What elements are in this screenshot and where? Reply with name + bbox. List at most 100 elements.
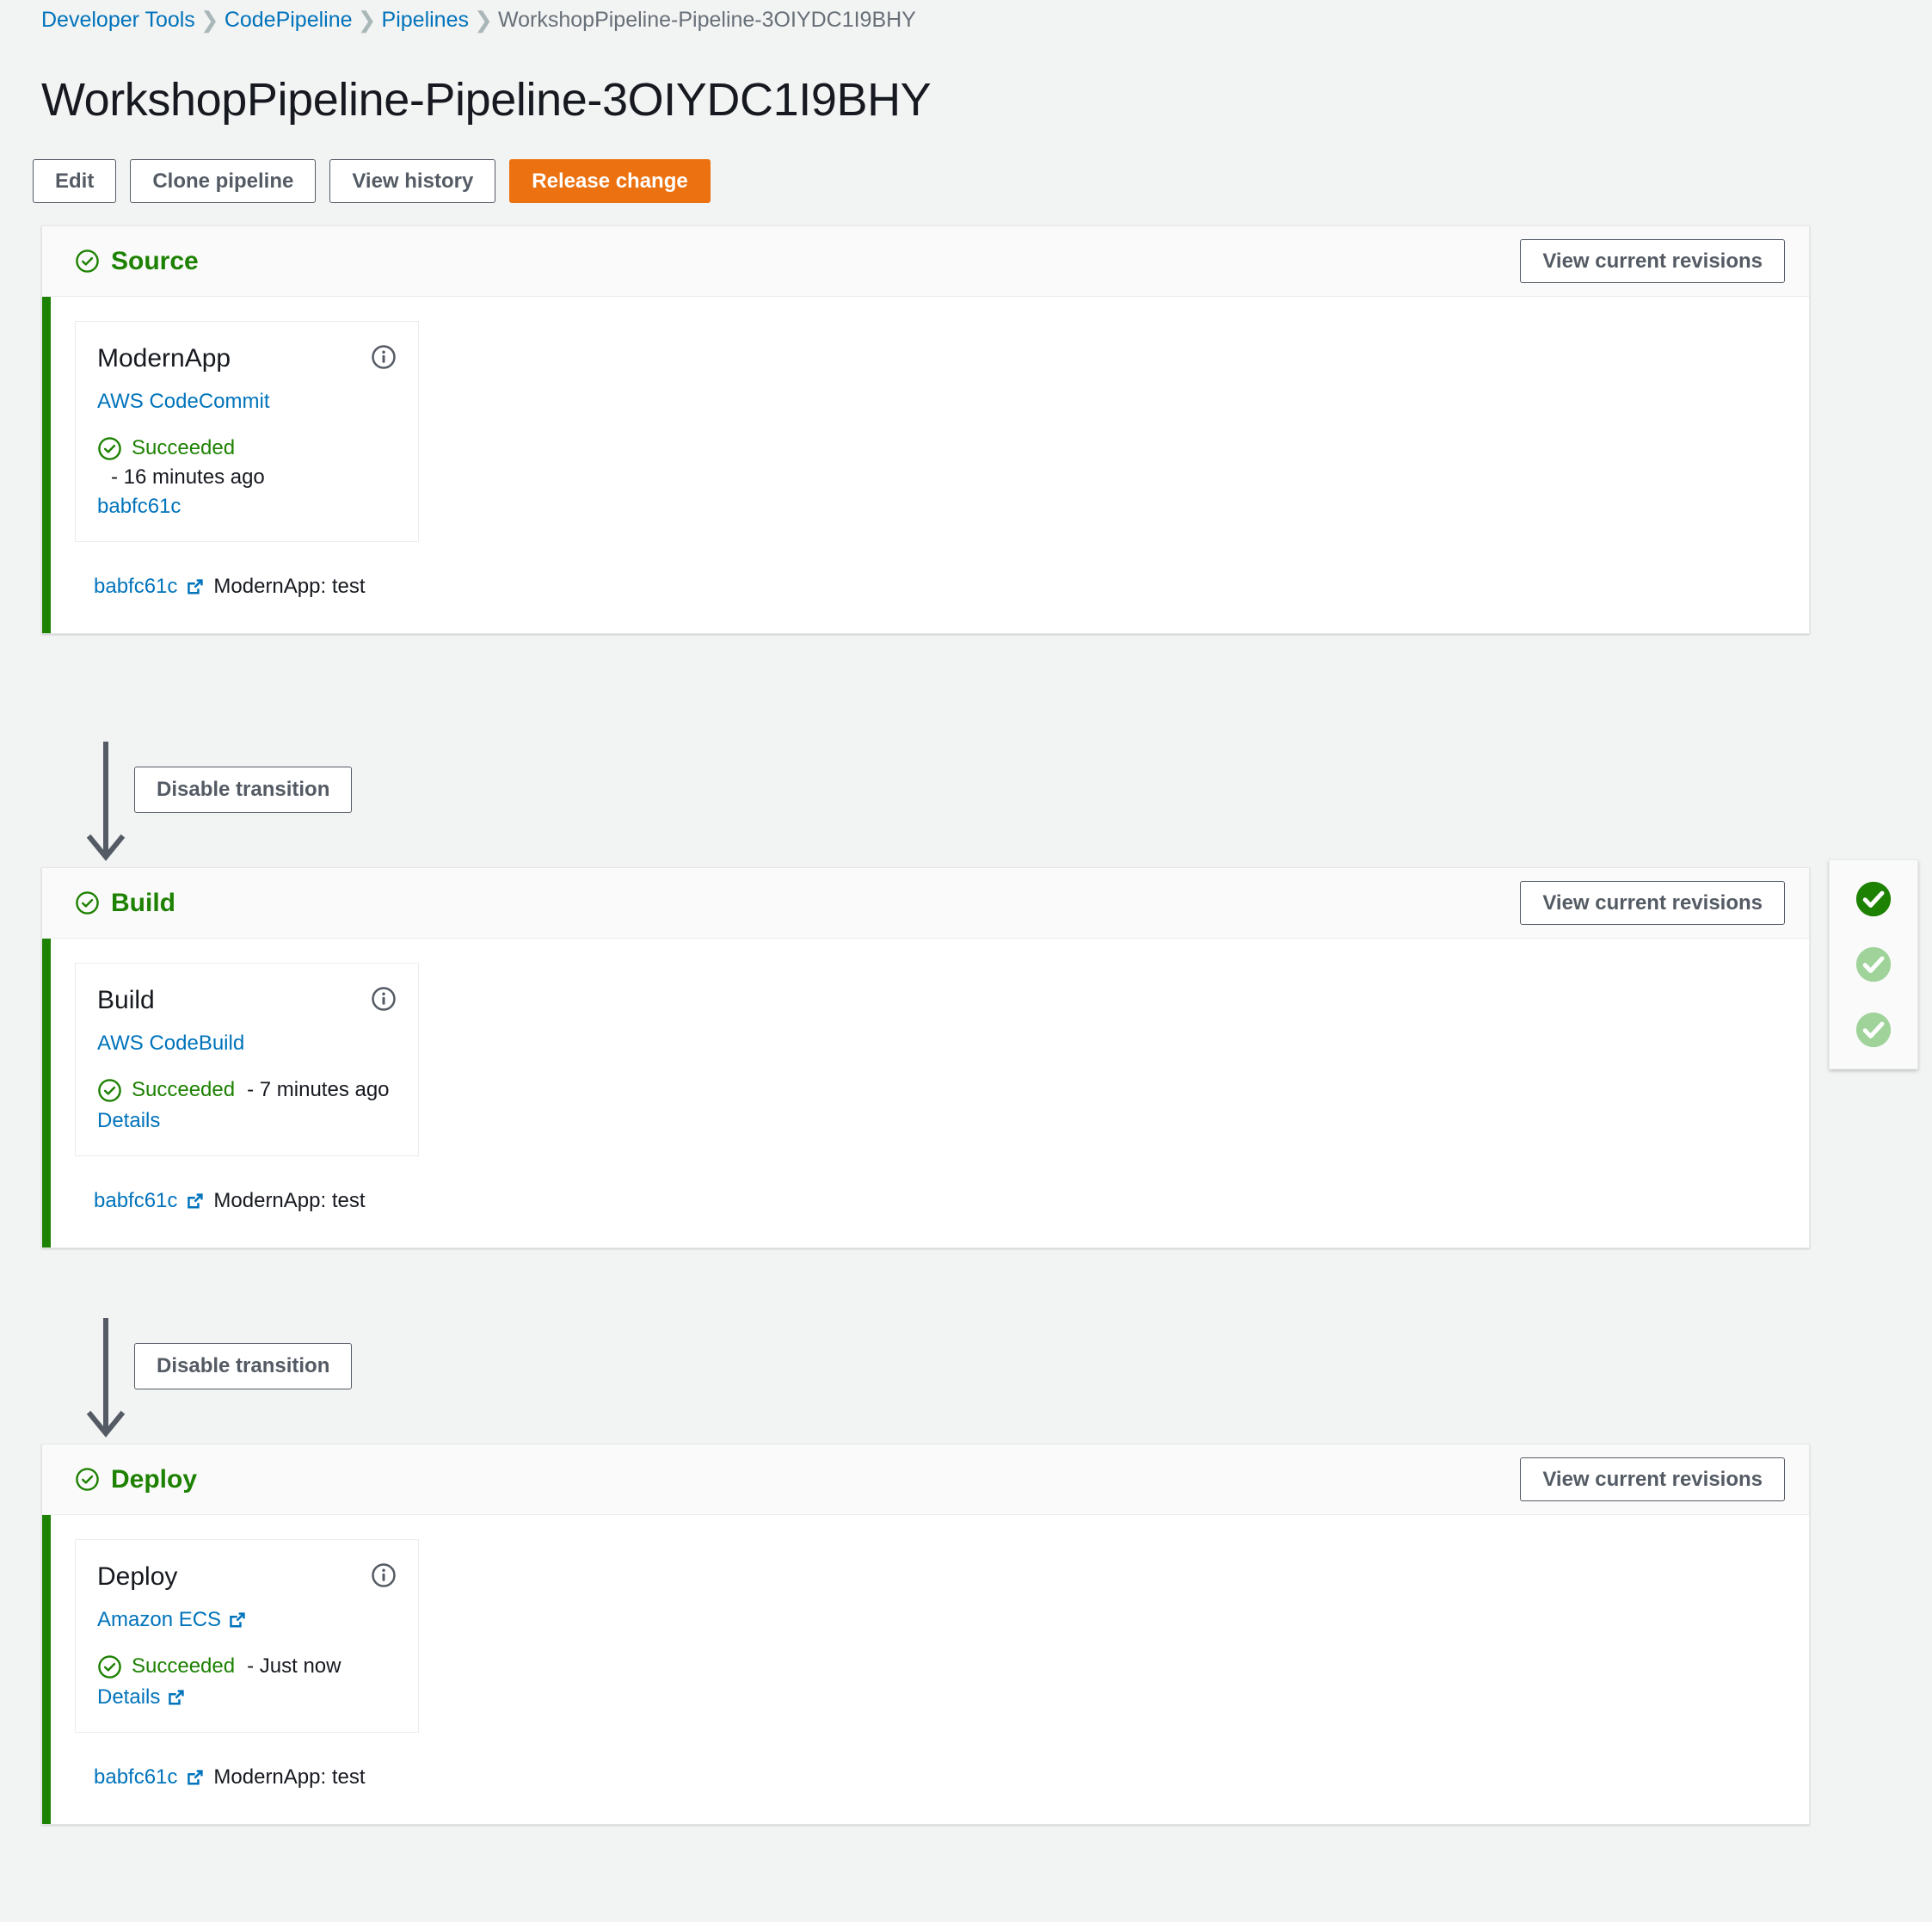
action-card-modernapp[interactable]: ModernApp AWS CodeCommit Succeeded - 16 … xyxy=(75,321,419,543)
action-time-label: 16 minutes ago xyxy=(123,465,265,490)
stage-header-build: Build View current revisions xyxy=(42,868,1809,939)
external-link-icon[interactable] xyxy=(228,1611,247,1629)
breadcrumb-item-current: WorkshopPipeline-Pipeline-3OIYDC1I9BHY xyxy=(497,8,916,32)
edit-button[interactable]: Edit xyxy=(33,159,117,203)
stage-name-label: Build xyxy=(111,888,175,917)
transition-build-to-deploy: Disable transition xyxy=(41,1318,385,1444)
pipeline-minimap[interactable] xyxy=(1829,859,1918,1069)
breadcrumb-item-pipelines[interactable]: Pipelines xyxy=(382,8,469,33)
breadcrumb-item-developer-tools[interactable]: Developer Tools xyxy=(41,8,195,33)
action-status-label: Succeeded xyxy=(132,436,236,459)
action-card-deploy[interactable]: Deploy Amazon ECS Succeeded - Just now D… xyxy=(75,1539,419,1734)
details-label: Details xyxy=(97,1109,161,1133)
stage-name-label: Source xyxy=(111,246,199,275)
chevron-right-icon: ❯ xyxy=(474,7,493,33)
stage-commit-row-source: babfc61c ModernApp: test xyxy=(75,542,1809,633)
external-link-icon[interactable] xyxy=(167,1688,186,1707)
commit-id-link[interactable]: babfc61c xyxy=(94,1189,177,1213)
chevron-right-icon: ❯ xyxy=(200,7,219,33)
external-link-icon[interactable] xyxy=(186,1768,205,1787)
page-title: WorkshopPipeline-Pipeline-3OIYDC1I9BHY xyxy=(41,74,932,126)
action-status: Succeeded xyxy=(97,434,397,462)
minimap-check-icon-2[interactable] xyxy=(1854,945,1893,984)
stage-title-source: Source xyxy=(75,247,199,276)
action-title: Build xyxy=(97,986,155,1014)
action-card-build[interactable]: Build AWS CodeBuild Succeeded - 7 minute… xyxy=(75,963,419,1157)
view-current-revisions-button-deploy[interactable]: View current revisions xyxy=(1520,1457,1785,1501)
action-provider-label: AWS CodeCommit xyxy=(97,390,270,413)
check-circle-icon xyxy=(76,891,99,915)
action-status: Succeeded - 7 minutes ago xyxy=(97,1076,397,1104)
stage-commit-row-build: babfc61c ModernApp: test xyxy=(75,1156,1809,1247)
commit-id-link[interactable]: babfc61c xyxy=(94,575,177,599)
action-provider-label: Amazon ECS xyxy=(97,1608,222,1631)
action-title-row: Deploy xyxy=(97,1562,397,1591)
stage-header-deploy: Deploy View current revisions xyxy=(42,1445,1809,1515)
check-circle-icon xyxy=(76,1468,99,1491)
info-icon[interactable] xyxy=(371,344,397,370)
info-icon[interactable] xyxy=(371,1562,397,1588)
stage-deploy: Deploy View current revisions Deploy Ama… xyxy=(41,1444,1810,1826)
chevron-right-icon: ❯ xyxy=(357,7,377,33)
action-status-label: Succeeded xyxy=(132,1078,236,1101)
breadcrumb: Developer Tools ❯ CodePipeline ❯ Pipelin… xyxy=(41,7,916,34)
dash-separator: - xyxy=(247,1078,255,1101)
info-icon[interactable] xyxy=(371,986,397,1012)
minimap-check-icon-1[interactable] xyxy=(1854,879,1893,919)
stage-name-label: Deploy xyxy=(111,1464,198,1494)
transition-arrow-icon xyxy=(86,742,126,861)
check-circle-icon xyxy=(76,249,99,273)
action-details-link[interactable]: Details xyxy=(97,1685,186,1709)
transition-arrow-icon xyxy=(86,1318,126,1438)
check-circle-icon xyxy=(98,1654,121,1679)
action-status-label: Succeeded xyxy=(132,1654,236,1678)
commit-message: ModernApp: test xyxy=(213,575,366,599)
action-provider-link[interactable]: AWS CodeCommit xyxy=(97,390,269,414)
view-history-button[interactable]: View history xyxy=(329,159,496,203)
external-link-icon[interactable] xyxy=(186,577,205,596)
details-label: Details xyxy=(97,1685,161,1709)
action-status: Succeeded - Just now xyxy=(97,1653,397,1680)
dash-separator: - xyxy=(111,465,118,490)
action-revision-link[interactable]: babfc61c xyxy=(97,495,181,519)
stage-header-source: Source View current revisions xyxy=(42,226,1809,297)
action-title-row: Build xyxy=(97,986,397,1014)
action-details-link[interactable]: Details xyxy=(97,1109,160,1133)
dash-separator: - xyxy=(247,1654,255,1678)
breadcrumb-item-codepipeline[interactable]: CodePipeline xyxy=(225,8,353,33)
action-provider-label: AWS CodeBuild xyxy=(97,1032,245,1055)
pipeline-toolbar: Edit Clone pipeline View history Release… xyxy=(33,159,711,203)
check-circle-icon xyxy=(98,436,121,460)
external-link-icon[interactable] xyxy=(186,1192,205,1210)
action-timestamp: - 16 minutes ago xyxy=(111,465,397,490)
action-timestamp: - Just now xyxy=(247,1653,341,1680)
stage-title-deploy: Deploy xyxy=(75,1465,197,1494)
action-title: ModernApp xyxy=(97,344,231,373)
view-current-revisions-button-source[interactable]: View current revisions xyxy=(1520,239,1785,283)
release-change-button[interactable]: Release change xyxy=(509,159,711,203)
action-time-label: 7 minutes ago xyxy=(259,1078,390,1101)
stage-body-deploy: Deploy Amazon ECS Succeeded - Just now D… xyxy=(42,1515,1809,1824)
disable-transition-button-1[interactable]: Disable transition xyxy=(134,767,353,813)
transition-source-to-build: Disable transition xyxy=(41,742,385,867)
commit-message: ModernApp: test xyxy=(213,1189,366,1213)
stage-title-build: Build xyxy=(75,889,175,918)
minimap-check-icon-3[interactable] xyxy=(1854,1010,1893,1050)
stage-body-build: Build AWS CodeBuild Succeeded - 7 minute… xyxy=(42,939,1809,1247)
clone-pipeline-button[interactable]: Clone pipeline xyxy=(130,159,317,203)
stage-body-source: ModernApp AWS CodeCommit Succeeded - 16 … xyxy=(42,297,1809,633)
action-time-label: Just now xyxy=(259,1654,341,1678)
stage-commit-row-deploy: babfc61c ModernApp: test xyxy=(75,1733,1809,1824)
action-title-row: ModernApp xyxy=(97,344,397,373)
action-provider-link[interactable]: AWS CodeBuild xyxy=(97,1032,244,1056)
pipeline-page: Developer Tools ❯ CodePipeline ❯ Pipelin… xyxy=(0,0,1932,1922)
action-timestamp: - 7 minutes ago xyxy=(247,1076,389,1104)
disable-transition-button-2[interactable]: Disable transition xyxy=(134,1343,353,1389)
stage-source: Source View current revisions ModernApp … xyxy=(41,225,1810,635)
commit-id-link[interactable]: babfc61c xyxy=(94,1765,177,1790)
action-provider-link[interactable]: Amazon ECS xyxy=(97,1608,247,1632)
view-current-revisions-button-build[interactable]: View current revisions xyxy=(1520,881,1785,925)
action-title: Deploy xyxy=(97,1562,178,1591)
commit-message: ModernApp: test xyxy=(213,1765,366,1790)
stage-build: Build View current revisions Build AWS C… xyxy=(41,867,1810,1249)
